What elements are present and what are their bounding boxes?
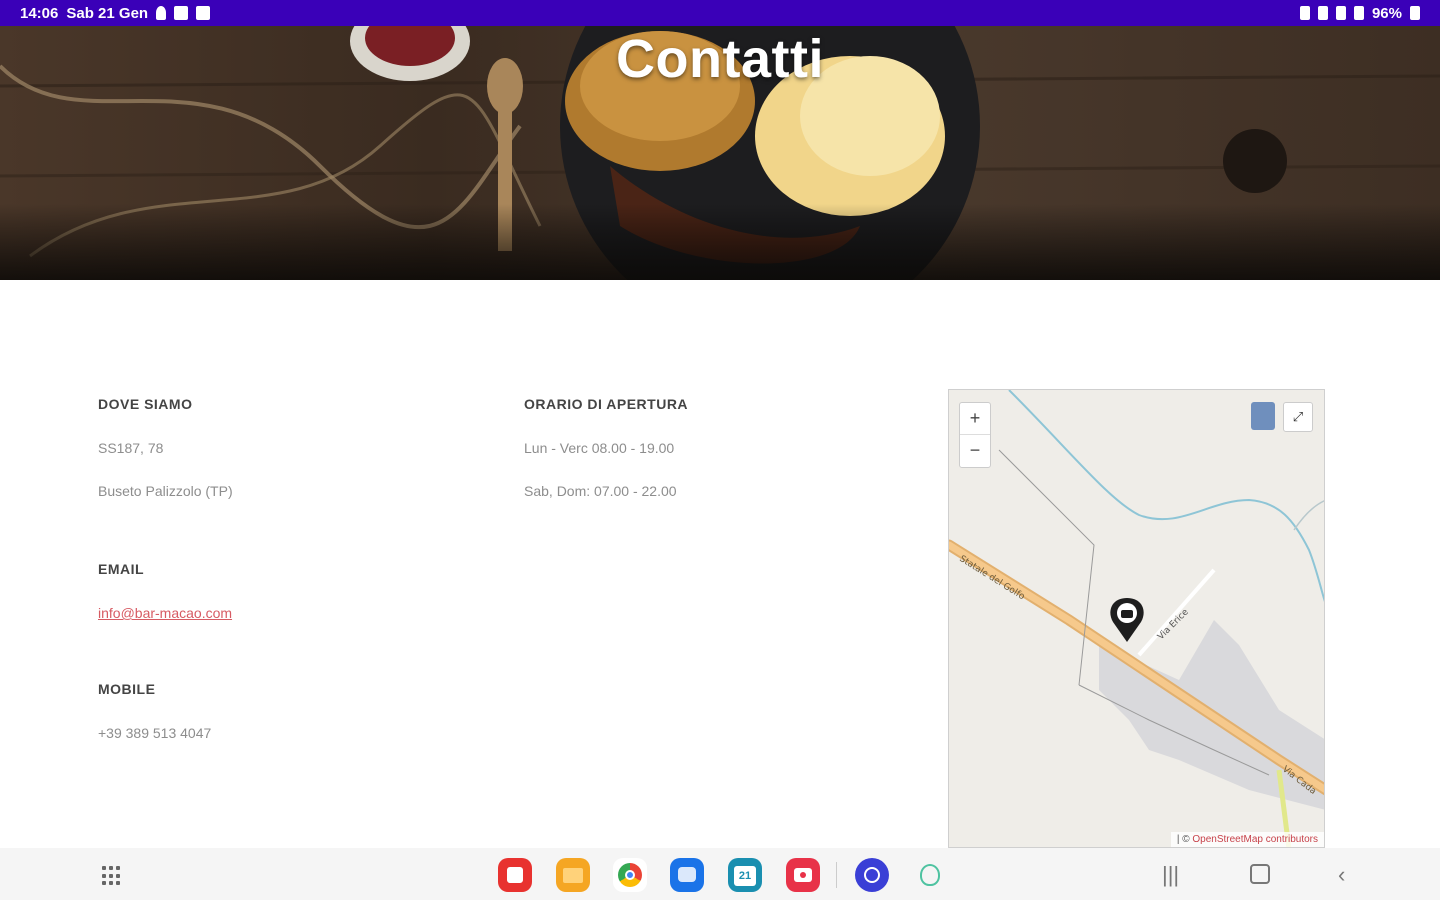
battery-level: 96% [1371, 4, 1402, 22]
zoom-out-button[interactable]: − [960, 435, 990, 467]
attribution-prefix: | © [1176, 834, 1193, 845]
road-label-erice: Via Erice [1156, 607, 1191, 642]
status-right: 96% [1299, 4, 1420, 22]
recents-button[interactable]: ||| [1162, 862, 1179, 888]
status-time: 14:06 [20, 4, 59, 22]
road-label-statale: Statale del Golfo [957, 554, 1026, 602]
location-map[interactable]: Statale del Golfo Via Erice Via Cada + −… [948, 389, 1325, 848]
tasks-icon[interactable] [855, 858, 889, 892]
contact-section: DOVE SIAMO SS187, 78 Buseto Palizzolo (T… [0, 280, 1440, 848]
page-title: Contatti [616, 29, 824, 89]
email-link[interactable]: info@bar-macao.com [98, 605, 233, 621]
mobile-number: +39 389 513 4047 [98, 725, 212, 741]
contact-info-column: DOVE SIAMO SS187, 78 Buseto Palizzolo (T… [98, 396, 233, 803]
wifi-icon [1353, 6, 1364, 20]
galaxy-store-icon[interactable] [913, 858, 947, 892]
status-left: 14:06 Sab 21 Gen [20, 4, 211, 22]
screenshot-icon [196, 6, 211, 20]
status-date: Sab 21 Gen [66, 4, 149, 22]
location-block: DOVE SIAMO SS187, 78 Buseto Palizzolo (T… [98, 396, 233, 499]
map-canvas[interactable]: Statale del Golfo Via Erice Via Cada [949, 390, 1325, 848]
status-bar: 14:06 Sab 21 Gen 96% [0, 0, 1440, 26]
map-attribution: | © OpenStreetMap contributors [1170, 832, 1324, 847]
battery-icon [1410, 6, 1420, 20]
android-taskbar: 21 ||| ‹ [0, 848, 1440, 900]
map-marker-icon[interactable] [1110, 598, 1144, 642]
map-layers-button[interactable] [1251, 402, 1275, 430]
email-heading: EMAIL [98, 561, 145, 577]
mobile-heading: MOBILE [98, 681, 156, 697]
messages-icon[interactable] [670, 858, 704, 892]
hours-heading: ORARIO DI APERTURA [524, 396, 689, 412]
bluetooth-icon [1317, 6, 1328, 20]
zoom-in-button[interactable]: + [960, 403, 990, 435]
taskbar-divider [836, 862, 837, 888]
app-drawer-icon[interactable] [102, 866, 122, 886]
calendar-day: 21 [734, 866, 756, 886]
hours-column: ORARIO DI APERTURA Lun - Verc 08.00 - 19… [524, 396, 688, 526]
alarm-icon [1299, 6, 1310, 20]
hero-banner: Contatti [0, 26, 1440, 280]
hours-weekdays: Lun - Verc 08.00 - 19.00 [524, 440, 675, 456]
map-zoom-control: + − [959, 402, 991, 468]
address-line-1: SS187, 78 [98, 440, 164, 456]
flipboard-icon[interactable] [498, 858, 532, 892]
address-line-2: Buseto Palizzolo (TP) [98, 483, 233, 499]
back-button[interactable]: ‹ [1338, 862, 1345, 888]
screen-recorder-icon[interactable] [786, 858, 820, 892]
gallery-icon [174, 6, 189, 20]
files-icon[interactable] [556, 858, 590, 892]
attribution-link[interactable]: OpenStreetMap contributors [1192, 834, 1318, 845]
email-block: EMAIL info@bar-macao.com [98, 561, 233, 621]
hours-weekend: Sab, Dom: 07.00 - 22.00 [524, 483, 677, 499]
mute-icon [1335, 6, 1346, 20]
location-heading: DOVE SIAMO [98, 396, 193, 412]
calendar-icon[interactable]: 21 [728, 858, 762, 892]
home-button[interactable] [1250, 864, 1270, 884]
chrome-icon[interactable] [613, 858, 647, 892]
fullscreen-icon[interactable]: ⤢ [1283, 402, 1313, 432]
mobile-block: MOBILE +39 389 513 4047 [98, 681, 233, 741]
location-icon [156, 6, 167, 20]
